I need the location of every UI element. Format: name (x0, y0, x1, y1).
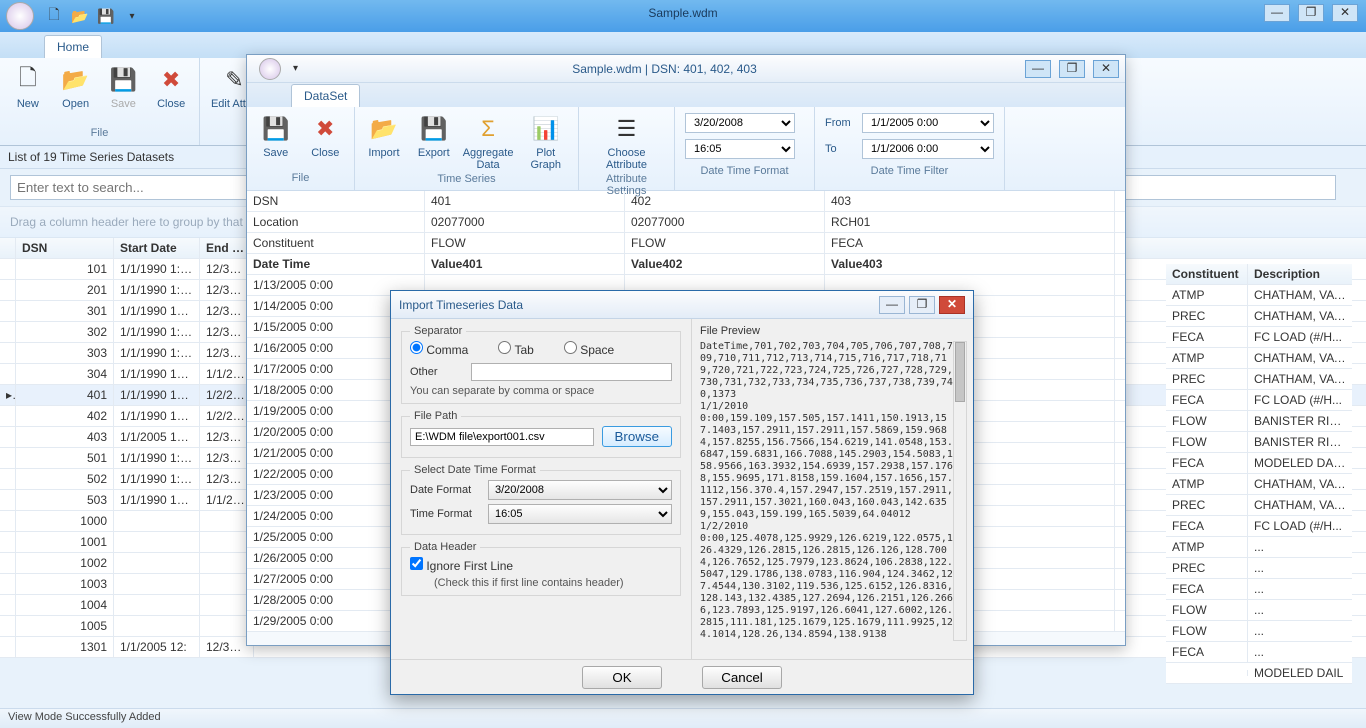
save-icon: 💾 (107, 64, 139, 96)
table-row[interactable]: PRECCHATHAM, VA ... (1166, 369, 1352, 390)
radio-space[interactable]: Space (564, 341, 614, 357)
export-button[interactable]: 💾Export (413, 111, 455, 171)
filepath-input[interactable] (410, 428, 594, 446)
status-bar: View Mode Successfully Added (0, 708, 1366, 728)
close-icon: ✖ (309, 113, 341, 145)
table-row[interactable]: PREC... (1166, 558, 1352, 579)
ds-title: Sample.wdm | DSN: 401, 402, 403 (304, 62, 1025, 76)
table-row[interactable]: FLOWBANISTER RIV... (1166, 411, 1352, 432)
col-dsn[interactable]: DSN (16, 238, 114, 258)
table-row[interactable]: ATMP... (1166, 537, 1352, 558)
ignore-first-line-check[interactable]: Ignore First Line (410, 559, 513, 573)
col-description[interactable]: Description (1248, 264, 1352, 284)
right-columns: Constituent Description ATMPCHATHAM, VA … (1166, 264, 1352, 684)
choose-attr-button[interactable]: ☰Choose Attribute (587, 111, 666, 171)
new-icon: 🗋 (12, 64, 44, 96)
import-icon: 📂 (368, 113, 400, 145)
col-start[interactable]: Start Date (114, 238, 200, 258)
table-row[interactable]: MODELED DAIL (1166, 663, 1352, 684)
filepath-group: File Path Browse (401, 410, 681, 458)
sigma-icon: Σ (472, 113, 504, 145)
table-row[interactable]: FECAMODELED DAIL... (1166, 453, 1352, 474)
plot-button[interactable]: 📊Plot Graph (521, 111, 570, 171)
ds-app-icon[interactable] (259, 58, 281, 80)
ds-close-button[interactable]: ✕ (1093, 60, 1119, 78)
import-dialog: Import Timeseries Data — ❐ ✕ Separator C… (390, 290, 974, 695)
table-row[interactable]: FECAFC LOAD (#/H... (1166, 327, 1352, 348)
cancel-button[interactable]: Cancel (702, 666, 782, 689)
preview-scrollbar[interactable] (953, 341, 967, 641)
save-icon: 💾 (260, 113, 292, 145)
table-row[interactable]: ATMPCHATHAM, VA ... (1166, 348, 1352, 369)
table-row[interactable]: FECAFC LOAD (#/H... (1166, 516, 1352, 537)
other-sep-input[interactable] (471, 363, 672, 381)
ds-minimize-button[interactable]: — (1025, 60, 1051, 78)
window-title: Sample.wdm (648, 6, 717, 20)
date-format-dropdown[interactable]: 3/20/2008 (488, 480, 672, 500)
chart-icon: 📊 (530, 113, 562, 145)
from-date-select[interactable]: 1/1/2005 0:00 (862, 113, 994, 133)
table-row[interactable]: FECA... (1166, 579, 1352, 600)
qat-save-icon[interactable]: 💾 (96, 6, 116, 26)
ds-save-button[interactable]: 💾Save (255, 111, 297, 170)
new-button[interactable]: 🗋New (8, 62, 48, 125)
table-row[interactable]: PRECCHATHAM, VA ... (1166, 306, 1352, 327)
ds-close-button-ribbon[interactable]: ✖Close (305, 111, 347, 170)
save-button[interactable]: 💾Save (104, 62, 144, 125)
dateformat-group: Select Date Time Format Date Format3/20/… (401, 464, 681, 535)
dialog-minimize-button[interactable]: — (879, 296, 905, 314)
qat-open-icon[interactable]: 📂 (70, 6, 90, 26)
tab-dataset[interactable]: DataSet (291, 84, 360, 107)
ok-button[interactable]: OK (582, 666, 662, 689)
radio-comma[interactable]: Comma (410, 341, 468, 357)
import-button[interactable]: 📂Import (363, 111, 405, 171)
table-row[interactable]: FLOW... (1166, 600, 1352, 621)
close-button[interactable]: ✕ (1332, 4, 1358, 22)
radio-tab[interactable]: Tab (498, 341, 533, 357)
time-format-dropdown[interactable]: 16:05 (488, 504, 672, 524)
to-date-select[interactable]: 1/1/2006 0:00 (862, 139, 994, 159)
table-row[interactable]: ATMPCHATHAM, VA ... (1166, 285, 1352, 306)
file-preview: DateTime,701,702,703,704,705,706,707,708… (700, 341, 955, 641)
time-format-select[interactable]: 16:05 (685, 139, 795, 159)
open-button[interactable]: 📂Open (56, 62, 96, 125)
dialog-title: Import Timeseries Data (399, 298, 879, 312)
tab-home[interactable]: Home (44, 35, 102, 58)
table-row[interactable]: ATMPCHATHAM, VA ... (1166, 474, 1352, 495)
qat-dropdown-icon[interactable]: ▾ (122, 6, 142, 26)
restore-button[interactable]: ❐ (1298, 4, 1324, 22)
main-titlebar: 🗋 📂 💾 ▾ Sample.wdm — ❐ ✕ (0, 0, 1366, 32)
preview-label: File Preview (700, 325, 969, 337)
date-format-select[interactable]: 3/20/2008 (685, 113, 795, 133)
export-icon: 💾 (418, 113, 450, 145)
separator-group: Separator Comma Tab Space Other You can … (401, 325, 681, 404)
table-row[interactable]: FECAFC LOAD (#/H... (1166, 390, 1352, 411)
dialog-close-button[interactable]: ✕ (939, 296, 965, 314)
browse-button[interactable]: Browse (602, 426, 672, 447)
qat-new-icon[interactable]: 🗋 (44, 6, 64, 26)
table-row[interactable]: PRECCHATHAM, VA ... (1166, 495, 1352, 516)
minimize-button[interactable]: — (1264, 4, 1290, 22)
close-icon: ✖ (155, 64, 187, 96)
table-row[interactable]: FLOW... (1166, 621, 1352, 642)
attribute-icon: ☰ (611, 113, 643, 145)
col-constituent[interactable]: Constituent (1166, 264, 1248, 284)
app-icon[interactable] (6, 2, 34, 30)
table-row[interactable]: FLOWBANISTER RIV... (1166, 432, 1352, 453)
aggregate-button[interactable]: ΣAggregate Data (463, 111, 514, 171)
open-icon: 📂 (60, 64, 92, 96)
dataheader-group: Data Header Ignore First Line (Check thi… (401, 541, 681, 596)
ds-qat-dropdown-icon[interactable]: ▾ (287, 63, 304, 74)
dialog-restore-button[interactable]: ❐ (909, 296, 935, 314)
ds-restore-button[interactable]: ❐ (1059, 60, 1085, 78)
close-button-ribbon[interactable]: ✖Close (151, 62, 191, 125)
table-row[interactable]: FECA... (1166, 642, 1352, 663)
